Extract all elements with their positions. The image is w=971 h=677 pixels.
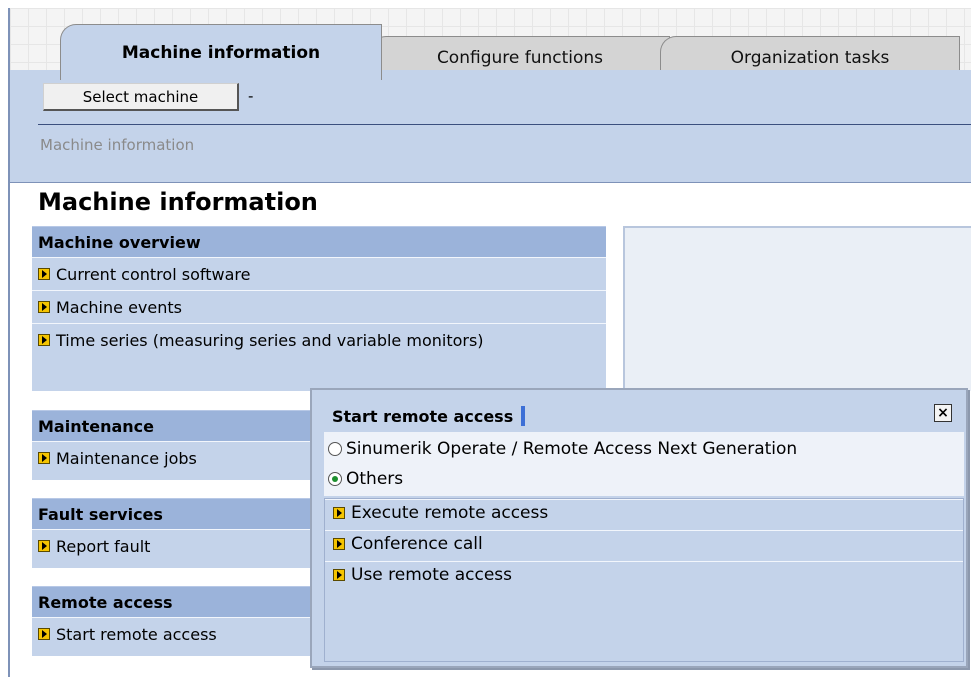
link-label: Machine events bbox=[56, 298, 182, 317]
option-label: Sinumerik Operate / Remote Access Next G… bbox=[346, 439, 798, 459]
link-label: Current control software bbox=[56, 265, 251, 284]
radio-button[interactable] bbox=[328, 442, 342, 456]
machine-events-link[interactable]: Machine events bbox=[32, 290, 606, 323]
remote-access-actions: Execute remote access Conference call Us… bbox=[324, 498, 964, 662]
use-remote-access-link[interactable]: Use remote access bbox=[325, 561, 963, 592]
option-sinumerik-operate[interactable]: Sinumerik Operate / Remote Access Next G… bbox=[328, 434, 960, 464]
arrow-right-icon bbox=[333, 569, 345, 581]
dialog-header: Start remote access bbox=[324, 400, 964, 432]
link-label: Start remote access bbox=[56, 625, 217, 644]
page-title: Machine information bbox=[38, 188, 318, 216]
option-label: Others bbox=[346, 469, 404, 489]
link-label: Maintenance jobs bbox=[56, 449, 197, 468]
remote-access-type-options: Sinumerik Operate / Remote Access Next G… bbox=[324, 432, 964, 496]
arrow-right-icon bbox=[38, 268, 50, 280]
execute-remote-access-link[interactable]: Execute remote access bbox=[325, 499, 963, 530]
info-panel bbox=[623, 226, 971, 391]
link-label: Conference call bbox=[351, 534, 483, 554]
link-label: Time series (measuring series and variab… bbox=[56, 331, 484, 350]
conference-call-link[interactable]: Conference call bbox=[325, 530, 963, 561]
arrow-right-icon bbox=[38, 301, 50, 313]
current-control-software-link[interactable]: Current control software bbox=[32, 257, 606, 290]
arrow-right-icon bbox=[38, 628, 50, 640]
breadcrumb: Machine information bbox=[40, 136, 195, 154]
selected-machine-value: - bbox=[248, 87, 254, 105]
arrow-right-icon bbox=[333, 538, 345, 550]
section-title: Machine overview bbox=[32, 226, 606, 257]
tab-label: Machine information bbox=[121, 42, 321, 63]
close-icon[interactable]: × bbox=[934, 404, 952, 422]
tab-machine-information[interactable]: Machine information bbox=[60, 24, 382, 80]
arrow-right-icon bbox=[38, 540, 50, 552]
link-label: Report fault bbox=[56, 537, 151, 556]
machine-overview-section: Machine overview Current control softwar… bbox=[32, 226, 606, 391]
arrow-right-icon bbox=[38, 334, 50, 346]
dialog-title: Start remote access bbox=[332, 406, 514, 426]
select-machine-button[interactable]: Select machine bbox=[43, 83, 239, 111]
tab-label: Organization tasks bbox=[730, 47, 890, 68]
dialog-body: Start remote access × Sinumerik Operate … bbox=[324, 400, 964, 662]
header-divider bbox=[38, 124, 971, 125]
tab-label: Configure functions bbox=[436, 47, 604, 68]
text-caret bbox=[521, 406, 526, 426]
arrow-right-icon bbox=[333, 507, 345, 519]
time-series-link[interactable]: Time series (measuring series and variab… bbox=[32, 323, 606, 383]
arrow-right-icon bbox=[38, 452, 50, 464]
option-others[interactable]: Others bbox=[328, 464, 960, 494]
header-panel: Select machine - Machine information bbox=[10, 70, 971, 183]
tab-strip: Configure functions Organization tasks M… bbox=[10, 8, 971, 80]
link-label: Execute remote access bbox=[351, 503, 549, 523]
start-remote-access-dialog: Start remote access × Sinumerik Operate … bbox=[310, 388, 968, 668]
radio-button-selected[interactable] bbox=[328, 472, 342, 486]
link-label: Use remote access bbox=[351, 565, 513, 585]
